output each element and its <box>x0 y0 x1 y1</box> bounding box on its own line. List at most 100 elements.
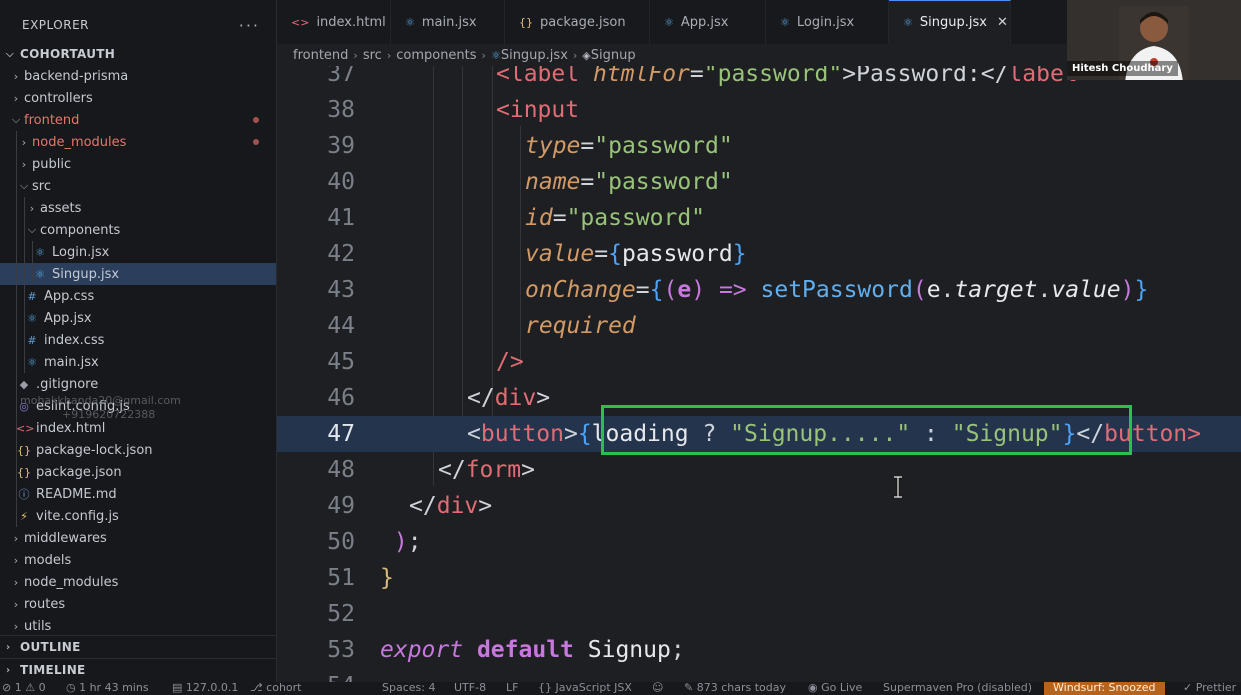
line-number: 49 <box>327 493 355 519</box>
tree-item-models[interactable]: › models <box>0 549 276 571</box>
code-token: ; <box>407 529 422 555</box>
tree-item-package-json[interactable]: {} package.json <box>0 461 276 483</box>
code-text: onChange={(e) => setPassword(e.target.va… <box>525 272 1148 308</box>
chevron-down-icon: ⌵ <box>6 48 14 60</box>
code-line-41[interactable]: 41 id="password" <box>277 200 1241 236</box>
tab-main-jsx[interactable]: ⚛ main.jsx <box>391 0 505 44</box>
code-line-48[interactable]: 48 </form> <box>277 452 1241 488</box>
tree-item-package-lock-json[interactable]: {} package-lock.json <box>0 439 276 461</box>
tree-guide <box>16 329 17 351</box>
status-item[interactable]: ☺ <box>652 682 663 694</box>
code-token: /> <box>496 349 524 375</box>
code-token: ) <box>691 277 706 303</box>
tree-item-src[interactable]: ⌵ src <box>0 175 276 197</box>
tree-guide <box>16 131 17 153</box>
tree-item-controllers[interactable]: › controllers <box>0 87 276 109</box>
line-number: 52 <box>327 601 355 627</box>
tree-item-vite-config-js[interactable]: ⚡ vite.config.js <box>0 505 276 527</box>
code-token: setPassword <box>760 277 913 303</box>
code-token: { <box>608 241 622 267</box>
tree-item-backend-prisma[interactable]: › backend-prisma <box>0 65 276 87</box>
tab-login-jsx[interactable]: ⚛ Login.jsx <box>766 0 889 44</box>
code-token: . <box>940 277 955 303</box>
tab-index-html[interactable]: <> index.html <box>277 0 391 44</box>
timeline-section[interactable]: › TIMELINE <box>0 658 276 681</box>
explorer-sidebar: EXPLORER ··· ⌵ COHORTAUTH › backend-prism… <box>0 0 277 695</box>
tree-item-assets[interactable]: › assets <box>0 197 276 219</box>
outline-section[interactable]: › OUTLINE <box>0 635 276 658</box>
status-item[interactable]: ◷ 1 hr 43 mins <box>66 682 149 694</box>
code-line-54[interactable]: 54 <box>277 668 1241 682</box>
html-file-icon: <> <box>16 421 35 435</box>
status-item[interactable]: LF <box>506 682 518 694</box>
code-token: = <box>635 277 650 303</box>
tree-item-node-modules[interactable]: › node_modules <box>0 131 276 153</box>
tree-item-readme-md[interactable]: ⓘ README.md <box>0 483 276 505</box>
status-item[interactable]: {} JavaScript JSX <box>538 682 632 694</box>
code-line-50[interactable]: 50 ); <box>277 524 1241 560</box>
status-item[interactable]: Spaces: 4 <box>382 682 435 694</box>
tree-item-public[interactable]: › public <box>0 153 276 175</box>
tree-item-utils[interactable]: › utils <box>0 615 276 637</box>
code-editor[interactable]: 37 <label htmlFor="password">Password:</l… <box>277 66 1241 682</box>
tree-guide <box>16 241 17 263</box>
tree-item-node-modules[interactable]: › node_modules <box>0 571 276 593</box>
more-actions-icon[interactable]: ··· <box>239 16 260 35</box>
tree-item-login-jsx[interactable]: ⚛ Login.jsx <box>0 241 276 263</box>
code-token: ( <box>912 277 927 303</box>
code-token: > <box>563 421 578 447</box>
code-line-49[interactable]: 49 </div> <box>277 488 1241 524</box>
tab-package-json[interactable]: {} package.json <box>505 0 650 44</box>
tree-item-app-css[interactable]: # App.css <box>0 285 276 307</box>
tree-item-frontend[interactable]: ⌵ frontend <box>0 109 276 131</box>
chevron-right-icon: › <box>13 531 19 545</box>
line-number: 53 <box>327 637 355 663</box>
tab-singup-jsx[interactable]: ⚛ Singup.jsx ✕ <box>889 0 1011 44</box>
status-item[interactable]: ▤ 127.0.0.1 <box>172 682 238 694</box>
breadcrumb-item[interactable]: frontend <box>293 48 348 63</box>
code-token: form <box>465 457 522 483</box>
react-file-icon: ⚛ <box>490 48 501 62</box>
code-token: e <box>677 277 692 303</box>
tree-item-index-css[interactable]: # index.css <box>0 329 276 351</box>
tab-app-jsx[interactable]: ⚛ App.jsx <box>650 0 766 44</box>
close-tab-icon[interactable]: ✕ <box>997 15 1008 30</box>
status-item[interactable]: UTF-8 <box>454 682 486 694</box>
code-token: value <box>525 241 595 267</box>
code-line-52[interactable]: 52 <box>277 596 1241 632</box>
tree-guide <box>16 439 17 461</box>
code-line-45[interactable]: 45 /> <box>277 344 1241 380</box>
code-token: "password" <box>594 169 733 195</box>
tree-item-routes[interactable]: › routes <box>0 593 276 615</box>
chevron-right-icon: › <box>13 597 19 611</box>
code-line-39[interactable]: 39 type="password" <box>277 128 1241 164</box>
tree-item-components[interactable]: ⌵ components <box>0 219 276 241</box>
code-line-53[interactable]: 53 export default Signup; <box>277 632 1241 668</box>
workspace-header[interactable]: ⌵ COHORTAUTH <box>0 43 276 65</box>
tree-item-app-jsx[interactable]: ⚛ App.jsx <box>0 307 276 329</box>
tree-item--gitignore[interactable]: ◆ .gitignore <box>0 373 276 395</box>
status-item[interactable]: ✓ Prettier <box>1183 682 1236 694</box>
breadcrumb-item[interactable]: Singup.jsx <box>501 48 568 63</box>
code-line-44[interactable]: 44 required <box>277 308 1241 344</box>
breadcrumb-item[interactable]: components <box>396 48 476 63</box>
tree-item-middlewares[interactable]: › middlewares <box>0 527 276 549</box>
breadcrumb-item[interactable]: Signup <box>591 48 636 63</box>
code-line-43[interactable]: 43 onChange={(e) => setPassword(e.target.… <box>277 272 1241 308</box>
status-item[interactable]: ✎ 873 chars today <box>684 682 786 694</box>
tree-guide <box>16 395 17 417</box>
status-item[interactable]: Windsurf: Snoozed <box>1044 682 1165 695</box>
tree-item-main-jsx[interactable]: ⚛ main.jsx <box>0 351 276 373</box>
code-line-40[interactable]: 40 name="password" <box>277 164 1241 200</box>
tab-label: App.jsx <box>680 14 729 30</box>
tree-item-singup-jsx[interactable]: ⚛ Singup.jsx <box>0 263 276 285</box>
breadcrumb-item[interactable]: src <box>363 48 382 63</box>
code-line-42[interactable]: 42 value={password} <box>277 236 1241 272</box>
status-item[interactable]: ⊘ 1 ⚠ 0 <box>2 682 46 694</box>
code-line-38[interactable]: 38 <input <box>277 92 1241 128</box>
status-item[interactable]: Supermaven Pro (disabled) <box>883 682 1032 694</box>
status-item[interactable]: ⎇ cohort <box>250 682 302 694</box>
status-item[interactable]: ◉ Go Live <box>808 682 862 694</box>
code-line-51[interactable]: 51} <box>277 560 1241 596</box>
